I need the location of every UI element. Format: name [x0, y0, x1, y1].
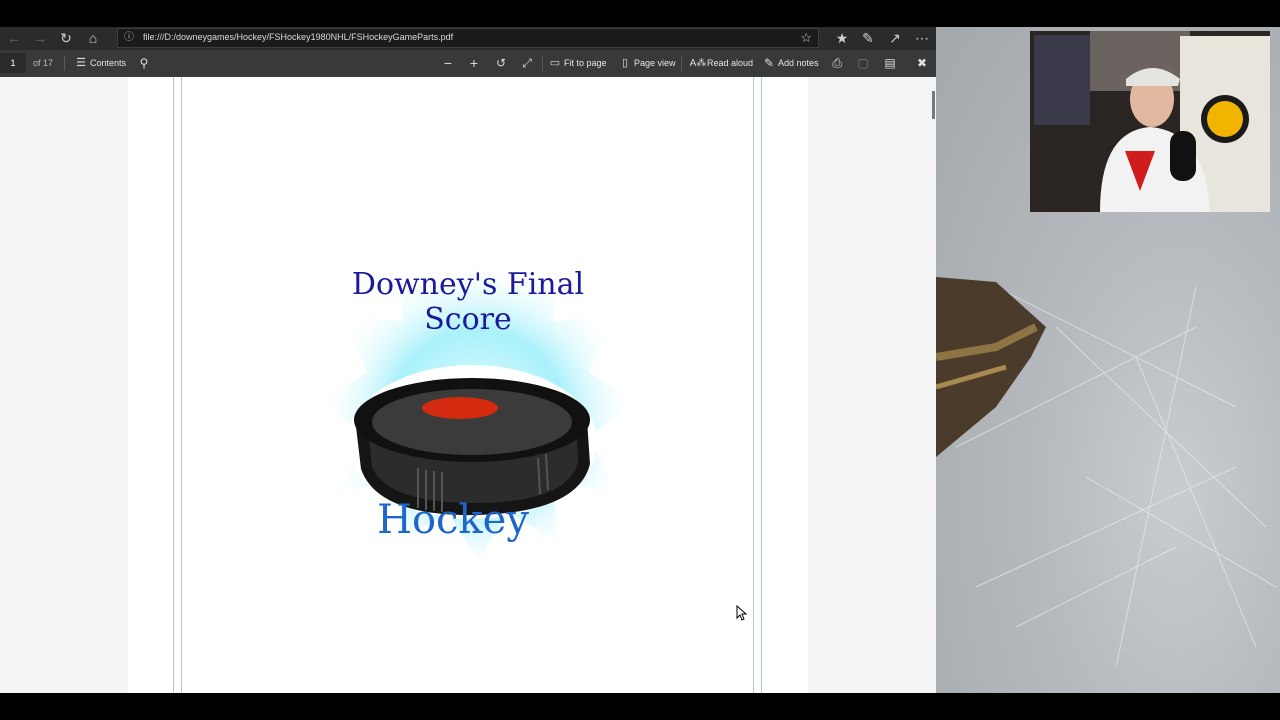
info-icon[interactable]: ⓘ [123, 31, 135, 43]
rotate-icon[interactable]: ↺ [492, 50, 510, 77]
pin-icon[interactable]: ✖ [913, 50, 931, 77]
page-number-input[interactable]: 1 [0, 53, 26, 73]
search-icon[interactable]: ⚲ [135, 50, 153, 77]
print-icon[interactable]: ⎙ [828, 50, 846, 77]
document-subtitle: Hockey [377, 497, 529, 543]
bottom-letterbox-bar [0, 693, 1280, 720]
share-icon[interactable]: ↗ [884, 29, 906, 48]
plus-icon[interactable]: + [465, 50, 483, 77]
page-margin-line [761, 77, 762, 693]
contents-list-icon[interactable]: ☰ [72, 50, 90, 77]
pdf-page: Downey's Final Score Hockey [128, 77, 808, 693]
mouse-pointer-icon [736, 605, 748, 621]
page-margin-line [753, 77, 754, 693]
contents-button[interactable]: Contents [90, 50, 126, 77]
url-text: file:///D:/downeygames/Hockey/FSHockey19… [143, 32, 454, 42]
more-icon[interactable]: ⋯ [911, 29, 933, 48]
minus-icon[interactable]: − [439, 50, 457, 77]
scrollbar-thumb[interactable] [932, 91, 935, 119]
save-icon[interactable]: ▢ [854, 50, 872, 77]
page-margin-line [173, 77, 174, 693]
document-title: Downey's Final Score [351, 267, 585, 337]
pdf-toolbar: 1 of 17 ☰ Contents ⚲ − + ↺ ⤢ ▭ Fit to pa… [0, 50, 936, 77]
toolbar-divider [681, 56, 682, 71]
page-total-label: of 17 [33, 58, 54, 68]
top-letterbox-bar [0, 0, 1280, 27]
pen-icon[interactable]: ✎ [857, 29, 879, 48]
page-view-button[interactable]: Page view [634, 50, 676, 77]
save-as-icon[interactable]: ▤ [881, 50, 899, 77]
pdf-viewer[interactable]: Downey's Final Score Hockey [0, 77, 936, 693]
puck-center [422, 397, 498, 419]
home-icon[interactable]: ⌂ [82, 29, 104, 48]
back-arrow-icon[interactable]: ← [3, 29, 25, 48]
webcam-overlay [1030, 31, 1270, 212]
fit-to-page-button[interactable]: Fit to page [564, 50, 607, 77]
address-bar-row: ← → ↻ ⌂ ⓘ file:///D:/downeygames/Hockey/… [0, 27, 936, 50]
page-view-icon[interactable]: ▯ [616, 50, 634, 77]
read-aloud-button[interactable]: Read aloud [707, 50, 753, 77]
toolbar-divider [64, 56, 65, 71]
fit-to-page-icon[interactable]: ▭ [546, 50, 564, 77]
webcam-feed [1030, 31, 1270, 212]
add-notes-button[interactable]: Add notes [778, 50, 819, 77]
add-notes-icon[interactable]: ✎ [760, 50, 778, 77]
forward-arrow-icon[interactable]: → [29, 29, 51, 48]
address-input[interactable]: ⓘ file:///D:/downeygames/Hockey/FSHockey… [117, 28, 819, 48]
expand-icon[interactable]: ⤢ [518, 50, 536, 77]
favorites-icon[interactable]: ★ [831, 29, 853, 48]
refresh-icon[interactable]: ↻ [55, 29, 77, 48]
page-margin-line [181, 77, 182, 693]
browser-window: ← → ↻ ⌂ ⓘ file:///D:/downeygames/Hockey/… [0, 27, 936, 693]
read-aloud-icon[interactable]: A⁂ [689, 50, 707, 77]
toolbar-divider [542, 56, 543, 71]
star-icon[interactable]: ☆ [800, 30, 812, 46]
